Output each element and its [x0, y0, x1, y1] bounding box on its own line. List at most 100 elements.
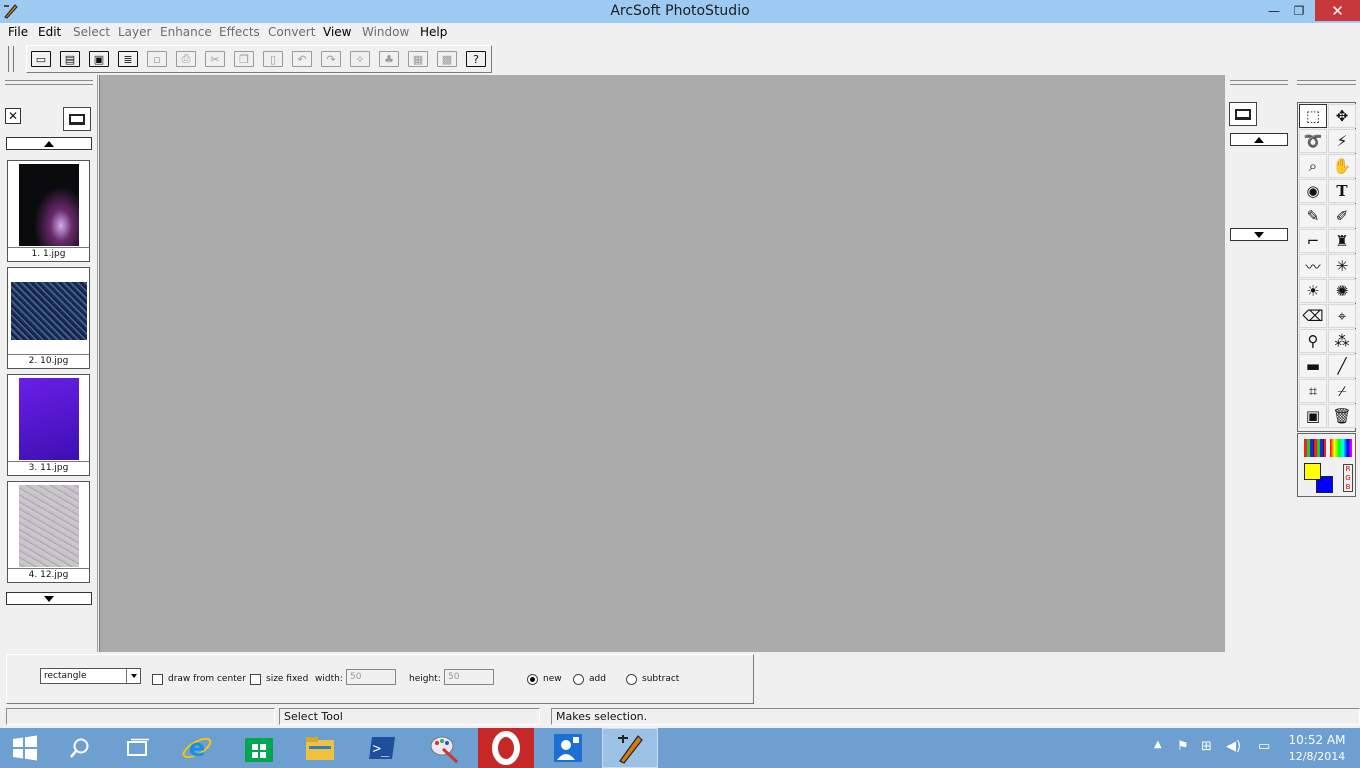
- red-eye-tool[interactable]: ◉: [1299, 179, 1327, 203]
- film-button[interactable]: ▩: [433, 48, 461, 70]
- copy-button[interactable]: ❐: [230, 48, 258, 70]
- undo-button[interactable]: ↶: [288, 48, 316, 70]
- spray-can-tool[interactable]: ♜: [1328, 229, 1356, 253]
- thumbnail-1[interactable]: 1. 1.jpg: [7, 160, 90, 262]
- line-tool[interactable]: ╱: [1328, 354, 1356, 378]
- mode-new-radio[interactable]: [527, 674, 538, 685]
- album-close-button[interactable]: ✕: [5, 108, 21, 124]
- gradient-tool[interactable]: ▬: [1299, 354, 1327, 378]
- width-input[interactable]: 50: [346, 669, 396, 685]
- clone-tool[interactable]: ⌖: [1328, 304, 1356, 328]
- taskbar-opera[interactable]: [478, 728, 534, 768]
- sharpen-tool[interactable]: ✺: [1328, 279, 1356, 303]
- taskbar-search-button[interactable]: [52, 728, 108, 768]
- taskbar-paint-app[interactable]: [416, 728, 472, 768]
- lasso-tool[interactable]: ➰: [1299, 129, 1327, 153]
- menu-help[interactable]: Help: [420, 25, 447, 39]
- text-tool[interactable]: T: [1328, 179, 1356, 203]
- smudge-tool[interactable]: 〰: [1299, 254, 1327, 278]
- stamp-button[interactable]: ♣: [375, 48, 403, 70]
- wand-button[interactable]: ✧: [346, 48, 374, 70]
- save-button[interactable]: ▫: [143, 48, 171, 70]
- action-center-flag-icon[interactable]: ⚑: [1177, 739, 1189, 754]
- brush-tool[interactable]: ✐: [1328, 204, 1356, 228]
- move-tool[interactable]: ✥: [1328, 104, 1356, 128]
- keyboard-icon[interactable]: ▭: [1258, 739, 1270, 754]
- volume-icon[interactable]: ◀): [1226, 739, 1241, 754]
- rect-select-tool[interactable]: ⬚: [1299, 104, 1327, 128]
- print-button[interactable]: ⎙: [172, 48, 200, 70]
- workspace-canvas[interactable]: [99, 75, 1225, 652]
- acquire-button[interactable]: ▣: [85, 48, 113, 70]
- clock-date[interactable]: 12/8/2014: [1285, 750, 1349, 763]
- task-view-button[interactable]: [109, 728, 165, 768]
- menu-file[interactable]: File: [8, 25, 28, 39]
- transform-tool[interactable]: ▣: [1299, 404, 1327, 428]
- eyedropper-tool[interactable]: ⌿: [1328, 379, 1356, 403]
- new-file-button[interactable]: ▭: [27, 48, 55, 70]
- foreground-color-swatch[interactable]: [1304, 463, 1321, 480]
- clock-time[interactable]: 10:52 AM: [1285, 733, 1349, 747]
- secondary-panel-menu-button[interactable]: [1229, 102, 1257, 126]
- cut-button[interactable]: ✂: [201, 48, 229, 70]
- menu-edit[interactable]: Edit: [38, 25, 61, 39]
- trash-tool[interactable]: 🗑: [1328, 404, 1356, 428]
- airbrush-tool[interactable]: ⌐: [1299, 229, 1327, 253]
- size-fixed-checkbox[interactable]: [250, 674, 261, 685]
- menu-layer[interactable]: Layer: [118, 25, 151, 39]
- ruler-button[interactable]: ▦: [404, 48, 432, 70]
- album-scroll-up-button[interactable]: [6, 137, 92, 150]
- redo-button[interactable]: ↷: [317, 48, 345, 70]
- menu-enhance[interactable]: Enhance: [160, 25, 212, 39]
- draw-from-center-checkbox[interactable]: [152, 674, 163, 685]
- paste-button[interactable]: ▯: [259, 48, 287, 70]
- secondary-scroll-up-button[interactable]: [1230, 133, 1288, 146]
- thumbnail-2[interactable]: 2. 10.jpg: [7, 267, 90, 369]
- toolbar-grip[interactable]: [8, 46, 14, 72]
- mode-subtract-radio[interactable]: [626, 674, 637, 685]
- hand-tool[interactable]: ✋: [1328, 154, 1356, 178]
- palette-grid-icon[interactable]: [1304, 439, 1326, 457]
- menu-view[interactable]: View: [323, 25, 351, 39]
- album-menu-button[interactable]: [63, 107, 91, 131]
- selection-shape-select[interactable]: rectangle: [40, 668, 141, 684]
- album-scroll-down-button[interactable]: [6, 592, 92, 605]
- scan-button[interactable]: ≣: [114, 48, 142, 70]
- stamp-tool[interactable]: ⚲: [1299, 329, 1327, 353]
- height-input[interactable]: 50: [444, 669, 494, 685]
- tools-palette-grip[interactable]: [1297, 80, 1356, 85]
- taskbar-store[interactable]: [231, 728, 287, 768]
- menu-convert[interactable]: Convert: [268, 25, 315, 39]
- secondary-scroll-down-button[interactable]: [1230, 228, 1288, 241]
- magic-wand-tool[interactable]: ⚡: [1328, 129, 1356, 153]
- menu-window[interactable]: Window: [362, 25, 409, 39]
- maximize-button[interactable]: ❐: [1288, 0, 1310, 21]
- close-button[interactable]: ✕: [1315, 0, 1360, 21]
- thumbnail-4[interactable]: 4. 12.jpg: [7, 481, 90, 583]
- minimize-button[interactable]: —: [1262, 0, 1286, 21]
- scatter-tool[interactable]: ⁂: [1328, 329, 1356, 353]
- dodge-tool[interactable]: ☀: [1299, 279, 1327, 303]
- taskbar-photostudio[interactable]: [602, 728, 658, 768]
- eraser-tool[interactable]: ⌫: [1299, 304, 1327, 328]
- color-mode-rgb-button[interactable]: RGB: [1343, 464, 1353, 492]
- taskbar-contacts-app[interactable]: [540, 728, 596, 768]
- network-icon[interactable]: ⊞: [1201, 739, 1212, 754]
- album-panel-grip[interactable]: [5, 80, 93, 85]
- thumbnail-3[interactable]: 3. 11.jpg: [7, 374, 90, 476]
- blur-tool[interactable]: ✳: [1328, 254, 1356, 278]
- tray-overflow-icon[interactable]: ▲: [1154, 739, 1162, 750]
- start-button[interactable]: [0, 728, 50, 768]
- taskbar-internet-explorer[interactable]: e: [169, 728, 225, 768]
- secondary-panel-grip[interactable]: [1230, 80, 1288, 85]
- crop-tool[interactable]: ⌗: [1299, 379, 1327, 403]
- taskbar-file-explorer[interactable]: [292, 728, 348, 768]
- color-spectrum-icon[interactable]: [1330, 439, 1352, 457]
- menu-select[interactable]: Select: [73, 25, 110, 39]
- taskbar-powershell[interactable]: >_: [354, 728, 410, 768]
- menu-effects[interactable]: Effects: [219, 25, 260, 39]
- pencil-tool[interactable]: ✎: [1299, 204, 1327, 228]
- open-button[interactable]: ▤: [56, 48, 84, 70]
- mode-add-radio[interactable]: [573, 674, 584, 685]
- help-button[interactable]: ?: [462, 48, 490, 70]
